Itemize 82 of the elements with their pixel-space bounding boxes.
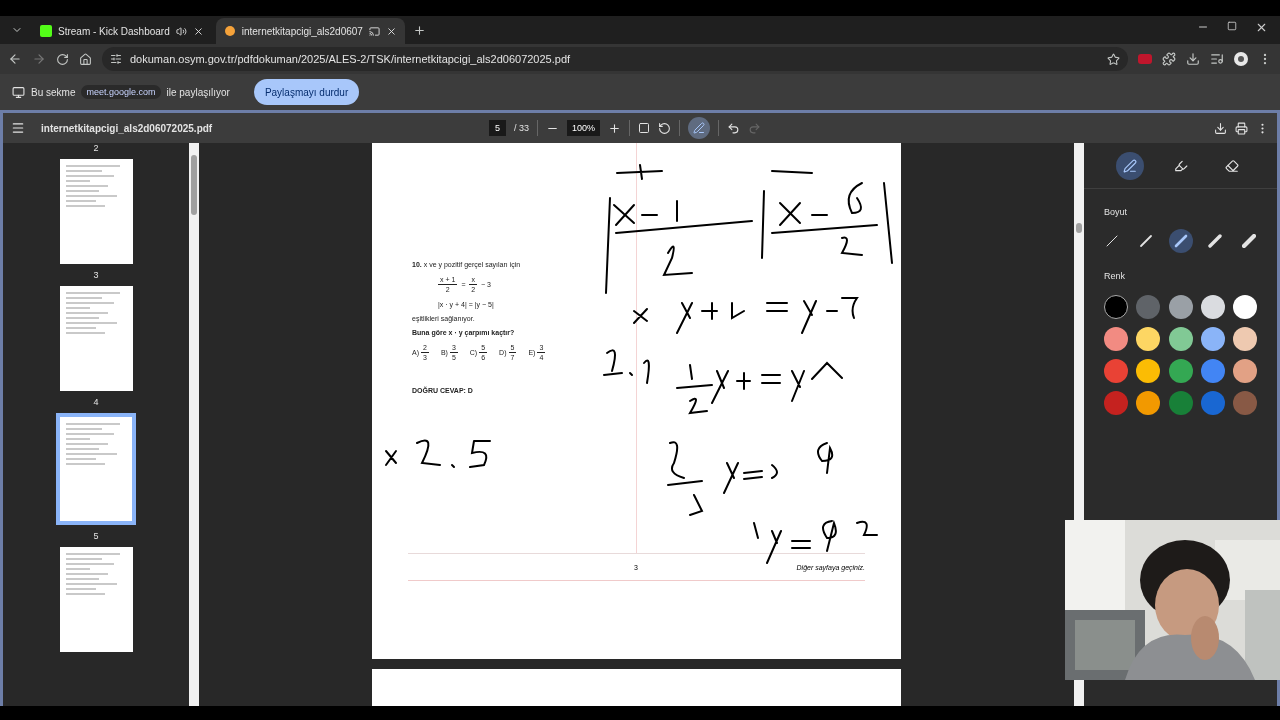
highlighter-icon [1173, 158, 1188, 173]
screen-share-icon [12, 85, 25, 99]
color-swatch[interactable] [1104, 327, 1128, 351]
section-label: Boyut [1104, 207, 1128, 217]
stroke-size-icon [1173, 234, 1188, 248]
color-swatch[interactable] [1136, 359, 1161, 383]
tab-title: internetkitapcigi_als2d0607 [241, 25, 363, 37]
color-swatch[interactable] [1104, 295, 1128, 319]
thumbnail-label: 5 [93, 531, 99, 541]
color-swatch[interactable] [1200, 359, 1225, 383]
page-thumbnail[interactable] [59, 286, 133, 391]
color-swatch[interactable] [1233, 359, 1257, 383]
extensions-icon[interactable] [1162, 52, 1176, 66]
scrollbar-thumb[interactable] [1076, 223, 1082, 233]
stop-sharing-button[interactable]: Paylaşmayı durdur [253, 79, 360, 105]
print-icon[interactable] [1235, 121, 1248, 135]
color-swatch[interactable] [1200, 327, 1225, 351]
file-name: internetkitapcigi_als2d06072025.pdf [41, 122, 214, 134]
thumbnail-label: 3 [93, 270, 99, 280]
color-swatch[interactable] [1104, 391, 1128, 415]
section-label: Renk [1104, 271, 1126, 281]
browser-tab[interactable]: internetkitapcigi_als2d0607 [215, 18, 405, 44]
color-swatch[interactable] [1168, 295, 1193, 319]
menu-icon[interactable] [11, 121, 25, 135]
stroke-size-icon [1207, 234, 1222, 248]
pen-icon [693, 122, 706, 134]
site-settings-icon[interactable] [110, 53, 122, 65]
color-swatch[interactable] [1200, 391, 1225, 415]
scrollbar-thumb[interactable] [191, 155, 197, 215]
color-swatch[interactable] [1136, 391, 1161, 415]
zoom-in-icon[interactable] [608, 121, 622, 135]
stroke-size-icon [1105, 234, 1119, 248]
eraser-icon [1224, 158, 1239, 173]
bookmark-star-icon[interactable] [1107, 52, 1120, 66]
color-swatch[interactable] [1233, 327, 1257, 351]
plus-icon [413, 23, 427, 37]
forward-icon[interactable] [32, 52, 46, 66]
download-icon[interactable] [1214, 121, 1227, 135]
reload-icon[interactable] [56, 52, 69, 66]
favicon-icon [223, 25, 236, 37]
stroke-size-icon [1139, 234, 1154, 248]
browser-tab[interactable]: Stream - Kick Dashboard [32, 18, 212, 44]
stroke-size-icon [1242, 234, 1256, 248]
thumbnail-label: 4 [93, 397, 99, 407]
page-total: / 33 [514, 123, 530, 133]
close-icon[interactable] [385, 25, 397, 37]
color-swatch[interactable] [1233, 295, 1257, 319]
tab-title: Stream - Kick Dashboard [58, 25, 170, 37]
page-number-field[interactable]: 5 [489, 120, 506, 136]
thumbnail-label: 2 [93, 143, 99, 153]
color-swatch[interactable] [1104, 359, 1128, 383]
pen-icon [1122, 158, 1137, 173]
page-thumbnail[interactable] [59, 547, 133, 652]
rotate-icon[interactable] [658, 121, 672, 135]
share-text: ile paylaşılıyor [166, 86, 230, 98]
address-bar[interactable]: dokuman.osym.gov.tr/pdfdokuman/2025/ALES-2/TSK/internetkitapcigi_als2d06072025.pdf [102, 47, 1128, 71]
restore-icon[interactable] [1227, 20, 1237, 31]
page-thumbnail[interactable] [59, 159, 133, 264]
site-chip: meet.google.com [81, 85, 161, 99]
download-icon[interactable] [1186, 52, 1200, 66]
color-swatch[interactable] [1136, 327, 1161, 351]
url-text: dokuman.osym.gov.tr/pdfdokuman/2025/ALES-2/TSK/internetkitapcigi_als2d06072025.pdf [130, 53, 572, 65]
close-icon[interactable] [192, 25, 204, 37]
profile-avatar-icon[interactable] [1234, 52, 1248, 66]
undo-icon[interactable] [727, 121, 741, 135]
back-icon[interactable] [8, 52, 22, 66]
color-swatch[interactable] [1168, 359, 1193, 383]
color-swatch[interactable] [1168, 391, 1193, 415]
pen-tool[interactable] [1115, 151, 1144, 180]
media-icon[interactable] [1210, 52, 1224, 66]
size-option[interactable] [1168, 229, 1193, 253]
color-swatch[interactable] [1200, 295, 1225, 319]
page-thumbnail[interactable] [56, 413, 136, 525]
color-swatch[interactable] [1168, 327, 1193, 351]
color-swatch[interactable] [1233, 391, 1257, 415]
favicon-icon [40, 25, 52, 37]
color-swatch[interactable] [1136, 295, 1161, 319]
zoom-field[interactable]: 100% [567, 120, 601, 136]
home-icon[interactable] [79, 52, 92, 66]
fit-page-icon[interactable] [638, 122, 651, 134]
share-text: Bu sekme [31, 86, 76, 98]
annotate-button[interactable] [688, 117, 711, 139]
